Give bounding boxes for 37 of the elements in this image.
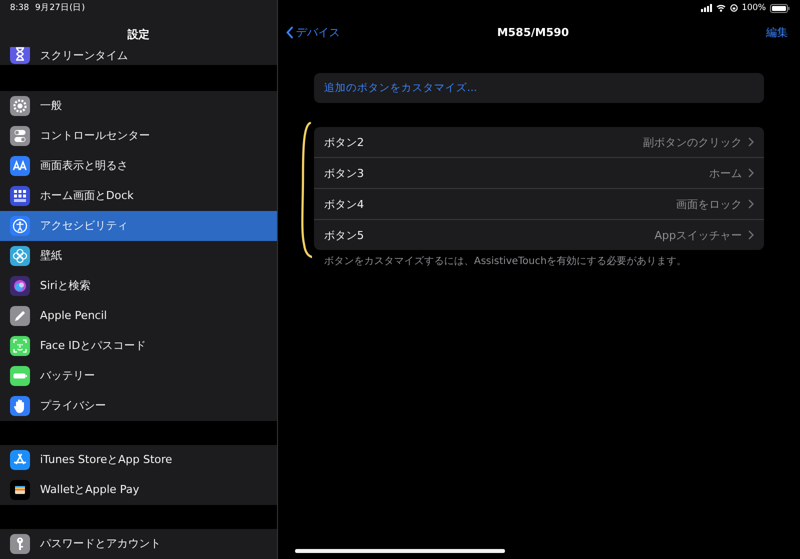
settings-item[interactable]: バッテリー: [0, 361, 277, 391]
status-time: 8:38: [10, 3, 30, 13]
footnote: ボタンをカスタマイズするには、AssistiveTouchを有効にする必要があります。: [323, 254, 688, 268]
button-mapping-row[interactable]: ボタン3 ホーム: [314, 158, 764, 189]
chevron-left-icon: [286, 26, 294, 38]
chevron-right-icon: [748, 230, 754, 240]
button-mapping-row[interactable]: ボタン5 Appスイッチャー: [314, 220, 764, 250]
settings-item[interactable]: Face IDとパスコード: [0, 331, 277, 361]
settings-item[interactable]: Siriと検索: [0, 271, 277, 301]
back-button[interactable]: デバイス: [286, 24, 340, 40]
sidebar-title: 設定: [126, 27, 150, 42]
button-mapping-row[interactable]: ボタン4 画面をロック: [314, 189, 764, 220]
signal-icon: [700, 4, 712, 12]
chevron-right-icon: [748, 168, 754, 178]
page-title: M585/M590: [496, 26, 570, 38]
status-date: 9月27日(日): [35, 2, 85, 14]
edit-button[interactable]: 編集: [766, 24, 788, 40]
customize-button[interactable]: 追加のボタンをカスタマイズ...: [314, 73, 764, 103]
settings-item[interactable]: ホーム画面とDock: [0, 181, 277, 211]
settings-item[interactable]: 一般: [0, 91, 277, 121]
rotation-lock-icon: [730, 4, 738, 12]
settings-item[interactable]: パスワードとアカウント: [0, 529, 277, 559]
battery-percent: 100%: [742, 3, 766, 13]
settings-item[interactable]: WalletとApple Pay: [0, 475, 277, 505]
settings-item[interactable]: アクセシビリティ: [0, 211, 277, 241]
chevron-right-icon: [748, 137, 754, 147]
settings-item[interactable]: 画面表示と明るさ: [0, 151, 277, 181]
settings-item[interactable]: コントロールセンター: [0, 121, 277, 151]
battery-icon: [770, 4, 790, 12]
chevron-right-icon: [748, 199, 754, 209]
button-mapping-row[interactable]: ボタン2 副ボタンのクリック: [314, 127, 764, 158]
settings-item[interactable]: iTunes StoreとApp Store: [0, 445, 277, 475]
wifi-icon: [716, 4, 726, 12]
settings-item[interactable]: プライバシー: [0, 391, 277, 421]
settings-item[interactable]: Apple Pencil: [0, 301, 277, 331]
settings-item[interactable]: 壁紙: [0, 241, 277, 271]
settings-item[interactable]: スクリーンタイム: [0, 47, 277, 65]
